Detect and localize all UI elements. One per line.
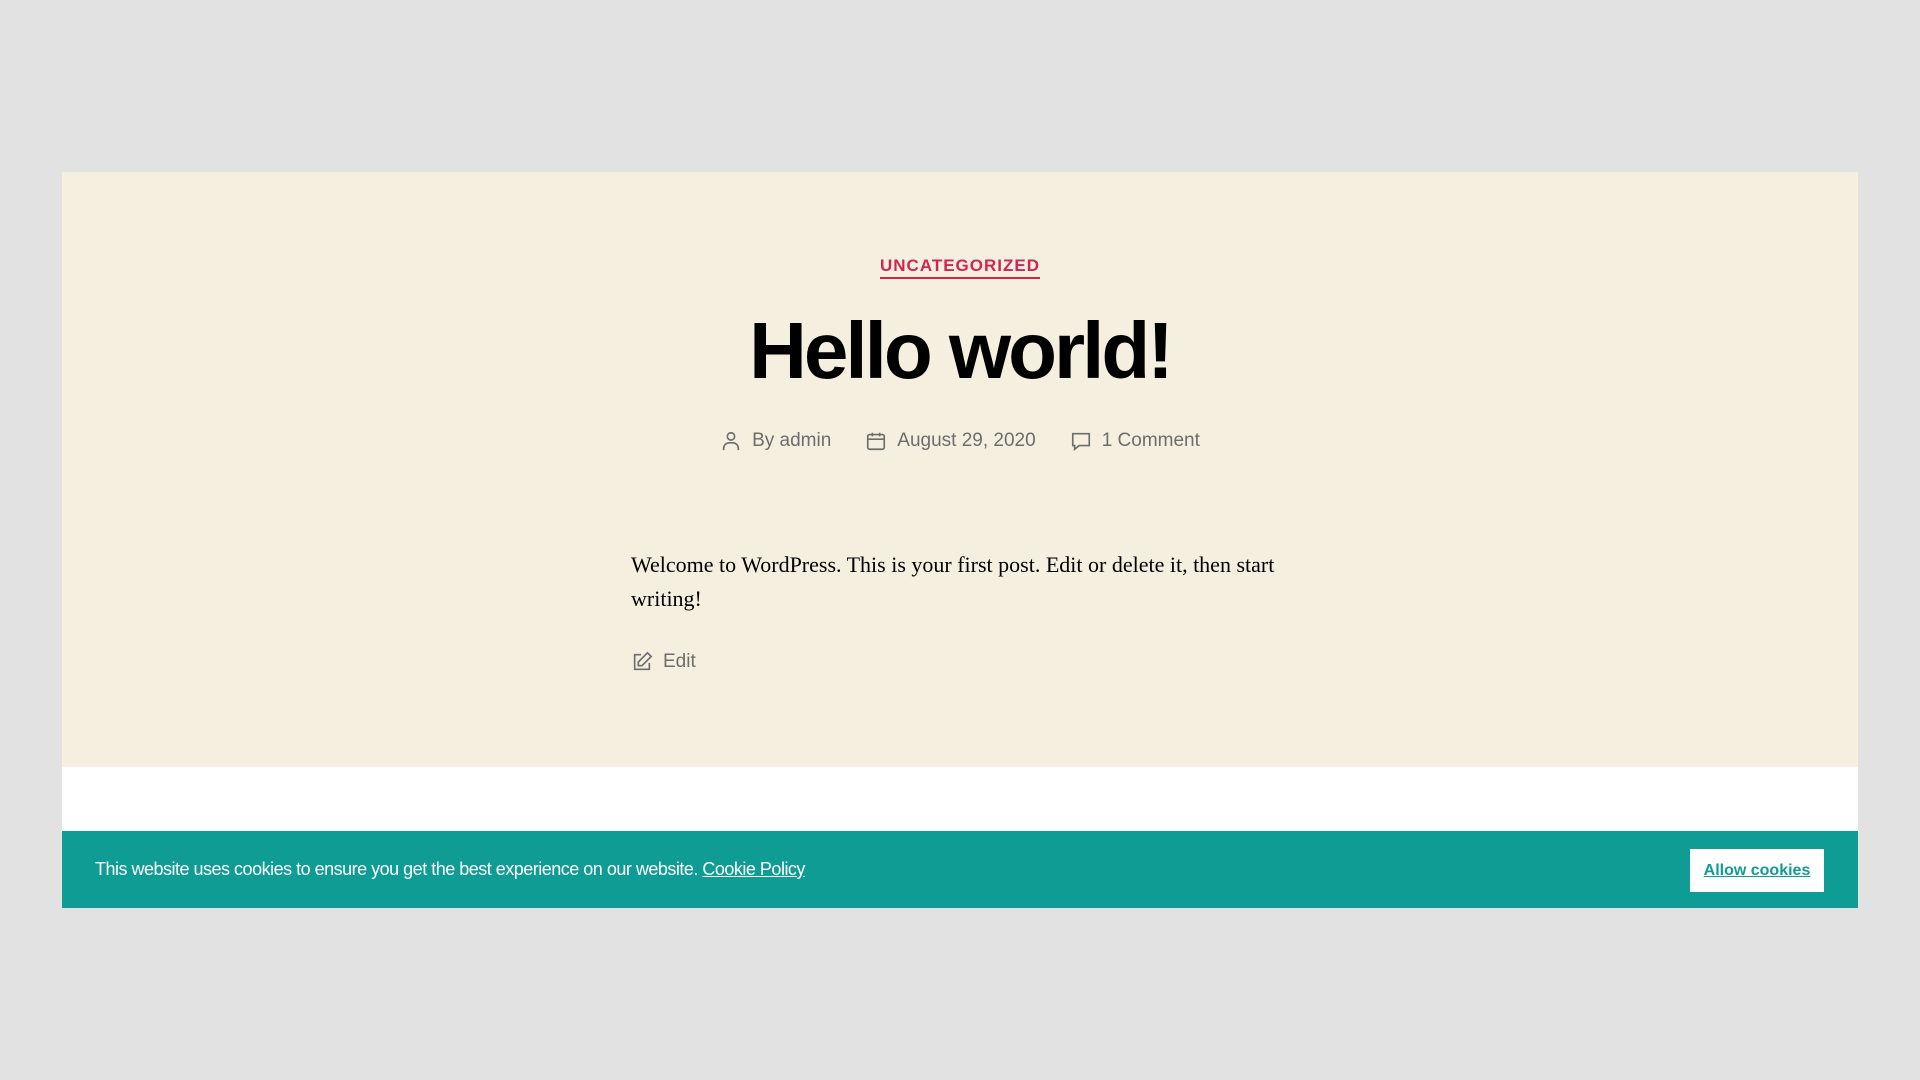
date-link[interactable]: August 29, 2020 xyxy=(897,430,1035,452)
user-icon xyxy=(722,431,740,451)
category-link[interactable]: UNCATEGORIZED xyxy=(879,256,1040,279)
calendar-icon xyxy=(867,432,886,451)
cookie-banner: This website uses cookies to ensure you … xyxy=(62,831,1858,908)
cookie-message-container: This website uses cookies to ensure you … xyxy=(95,859,805,880)
edit-link[interactable]: Edit xyxy=(631,651,696,673)
cookie-policy-link[interactable]: Cookie Policy xyxy=(702,859,805,879)
post-title: Hello world! xyxy=(749,306,1174,395)
post-author: By admin xyxy=(720,430,831,452)
content-area xyxy=(62,767,1858,831)
comments-link[interactable]: 1 Comment xyxy=(1102,430,1200,452)
post-comments: 1 Comment xyxy=(1070,430,1200,452)
post-content: Welcome to WordPress. This is your first… xyxy=(631,552,1275,611)
allow-cookies-button[interactable]: Allow cookies xyxy=(1690,849,1824,892)
edit-icon xyxy=(633,651,653,671)
author-link[interactable]: By admin xyxy=(752,430,831,452)
comment-icon xyxy=(1071,432,1090,451)
edit-label[interactable]: Edit xyxy=(663,651,696,673)
post-date: August 29, 2020 xyxy=(865,430,1036,452)
post-meta: By admin August 29, 2020 1 Comment xyxy=(0,430,1920,452)
cookie-message: This website uses cookies to ensure you … xyxy=(95,859,698,879)
post-category: UNCATEGORIZED xyxy=(0,256,1920,279)
